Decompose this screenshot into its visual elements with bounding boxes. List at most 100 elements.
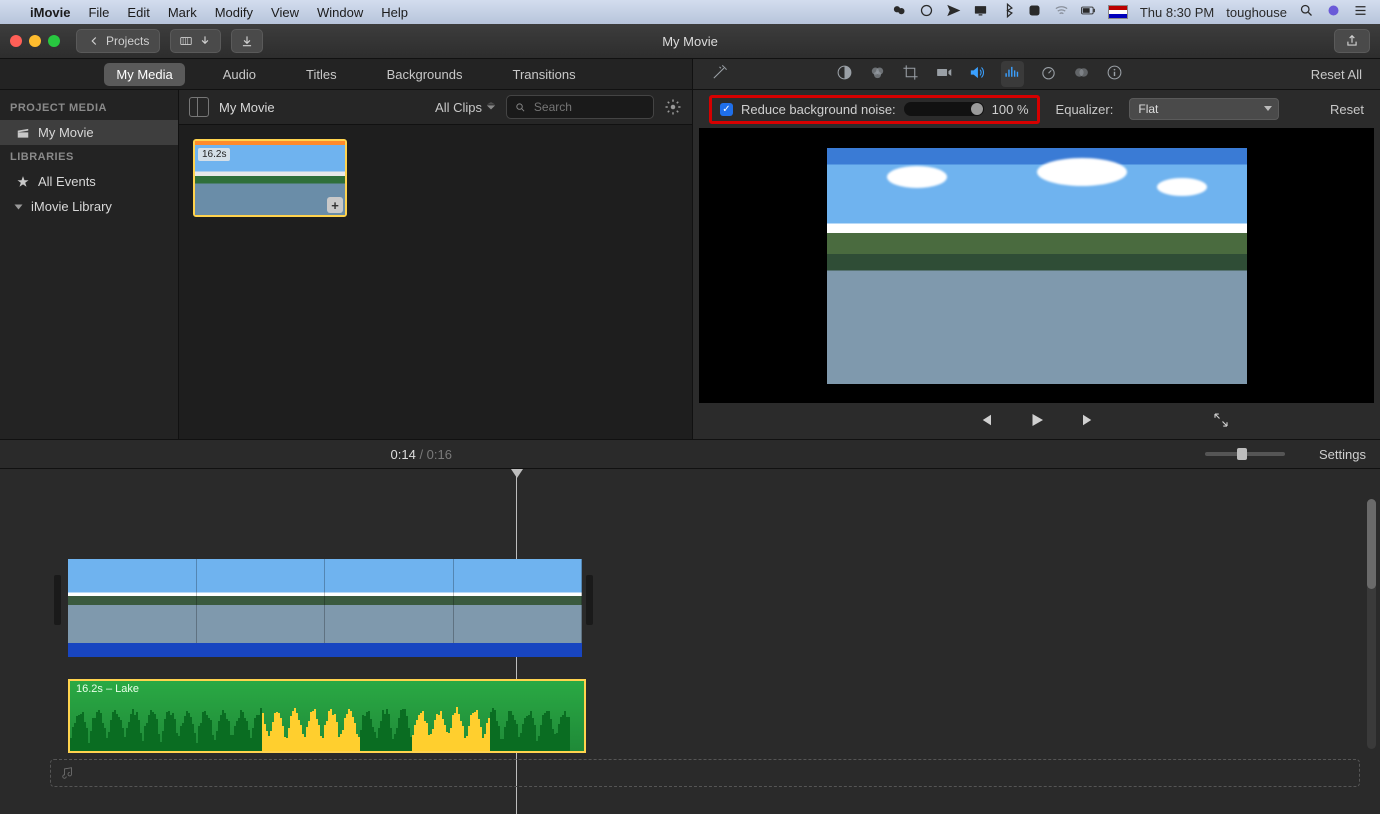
sidebar-item-imovie-library[interactable]: iMovie Library: [0, 194, 178, 219]
sidebar-item-label: iMovie Library: [31, 199, 112, 214]
noise-reduction-panel: ✓ Reduce background noise: 100 % Equaliz…: [693, 90, 1380, 128]
preview-viewer[interactable]: [699, 128, 1374, 403]
download-button[interactable]: [231, 29, 263, 53]
search-icon: [515, 101, 526, 114]
notification-center-icon[interactable]: [1353, 3, 1368, 21]
star-icon: [16, 175, 30, 189]
projects-button[interactable]: Projects: [76, 29, 160, 53]
stabilization-icon[interactable]: [935, 64, 952, 84]
menu-window[interactable]: Window: [317, 5, 363, 20]
equalizer-select[interactable]: Flat: [1129, 98, 1279, 120]
color-correction-icon[interactable]: [869, 64, 886, 84]
send-status-icon[interactable]: [946, 3, 961, 21]
import-media-button[interactable]: [170, 29, 221, 53]
search-field[interactable]: [506, 95, 654, 119]
tab-titles[interactable]: Titles: [294, 63, 349, 86]
next-frame-button[interactable]: [1080, 411, 1098, 432]
fullscreen-icon[interactable]: [1212, 411, 1230, 432]
battery-status-icon[interactable]: [1081, 3, 1096, 21]
equalizer-label: Equalizer:: [1056, 102, 1114, 117]
tab-backgrounds[interactable]: Backgrounds: [375, 63, 475, 86]
crop-icon[interactable]: [902, 64, 919, 84]
media-browser: My Movie All Clips: [179, 90, 692, 439]
browser-settings-gear-icon[interactable]: [664, 98, 682, 116]
inspector-toolbar: Reset All: [693, 59, 1380, 90]
clock[interactable]: Thu 8:30 PM: [1140, 5, 1214, 20]
sidebar-item-all-events[interactable]: All Events: [0, 169, 178, 194]
clip-info-icon[interactable]: [1106, 64, 1123, 84]
clips-filter-label: All Clips: [435, 100, 482, 115]
library-sidebar: PROJECT MEDIA My Movie LIBRARIES All Eve…: [0, 90, 179, 439]
app-menu[interactable]: iMovie: [30, 5, 70, 20]
search-input[interactable]: [532, 99, 645, 115]
timeline-header: 0:14 / 0:16 Settings: [0, 439, 1380, 469]
sidebar-item-label: All Events: [38, 174, 96, 189]
transport-controls: [693, 403, 1380, 439]
macos-menubar: iMovie File Edit Mark Modify View Window…: [0, 0, 1380, 24]
preview-frame: [827, 148, 1247, 384]
magic-wand-icon[interactable]: [711, 64, 728, 84]
noise-reduction-label: Reduce background noise:: [741, 102, 896, 117]
color-balance-icon[interactable]: [836, 64, 853, 84]
media-clip-thumbnail[interactable]: 16.2s +: [193, 139, 347, 217]
spotlight-icon[interactable]: [1299, 3, 1314, 21]
display-status-icon[interactable]: [973, 3, 988, 21]
speed-icon[interactable]: [1040, 64, 1057, 84]
timeline[interactable]: 16.2s – Lake: [0, 469, 1380, 814]
clip-duration-badge: 16.2s: [198, 148, 230, 161]
menu-help[interactable]: Help: [381, 5, 408, 20]
menu-modify[interactable]: Modify: [215, 5, 253, 20]
browser-breadcrumb[interactable]: My Movie: [219, 100, 275, 115]
music-note-icon: [61, 766, 75, 780]
background-music-well[interactable]: [50, 759, 1360, 787]
tab-transitions[interactable]: Transitions: [500, 63, 587, 86]
reset-all-button[interactable]: Reset All: [1311, 67, 1362, 82]
clip-trim-handle-right[interactable]: [586, 575, 593, 625]
disclosure-triangle-icon[interactable]: [15, 204, 23, 209]
minimize-window-icon[interactable]: [29, 35, 41, 47]
play-button[interactable]: [1028, 411, 1046, 432]
tab-audio[interactable]: Audio: [211, 63, 268, 86]
noise-reduction-icon[interactable]: [1001, 61, 1024, 87]
clips-filter-dropdown[interactable]: All Clips: [435, 100, 496, 115]
projects-button-label: Projects: [106, 34, 149, 48]
input-source-flag-icon[interactable]: [1108, 5, 1128, 19]
zoom-window-icon[interactable]: [48, 35, 60, 47]
video-clip[interactable]: [68, 559, 582, 643]
noise-reduction-value: 100 %: [992, 102, 1029, 117]
menu-view[interactable]: View: [271, 5, 299, 20]
clip-filter-icon[interactable]: [1073, 64, 1090, 84]
timeline-zoom-slider[interactable]: [1205, 452, 1285, 456]
bluetooth-status-icon[interactable]: [1000, 3, 1015, 21]
noise-reduction-slider[interactable]: [904, 102, 984, 116]
playhead-time: 0:14 / 0:16: [391, 447, 452, 462]
control-center-icon[interactable]: [1326, 3, 1341, 21]
window-traffic-lights[interactable]: [10, 35, 60, 47]
menu-mark[interactable]: Mark: [168, 5, 197, 20]
siri-status-icon[interactable]: [919, 3, 934, 21]
sidebar-item-project[interactable]: My Movie: [0, 120, 178, 145]
power-status-icon[interactable]: [1027, 3, 1042, 21]
tab-my-media[interactable]: My Media: [104, 63, 184, 86]
timeline-scrollbar[interactable]: [1367, 499, 1376, 749]
project-media-header: PROJECT MEDIA: [0, 96, 178, 120]
audio-clip-label: 16.2s – Lake: [76, 683, 139, 695]
timeline-settings-button[interactable]: Settings: [1319, 447, 1366, 462]
share-button[interactable]: [1334, 29, 1370, 53]
user-menu[interactable]: toughouse: [1226, 5, 1287, 20]
add-clip-button[interactable]: +: [327, 197, 343, 213]
noise-reduction-checkbox[interactable]: ✓: [720, 103, 733, 116]
window-toolbar: Projects My Movie: [0, 24, 1380, 59]
browser-layout-toggle[interactable]: [189, 97, 209, 117]
reset-button[interactable]: Reset: [1330, 102, 1364, 117]
audio-clip[interactable]: 16.2s – Lake: [68, 679, 586, 753]
clip-trim-handle-left[interactable]: [54, 575, 61, 625]
wifi-status-icon[interactable]: [1054, 3, 1069, 21]
menu-file[interactable]: File: [88, 5, 109, 20]
volume-icon[interactable]: [968, 64, 985, 84]
close-window-icon[interactable]: [10, 35, 22, 47]
prev-frame-button[interactable]: [976, 411, 994, 432]
library-tabs: My Media Audio Titles Backgrounds Transi…: [0, 59, 692, 90]
menu-edit[interactable]: Edit: [127, 5, 149, 20]
wechat-status-icon[interactable]: [892, 3, 907, 21]
